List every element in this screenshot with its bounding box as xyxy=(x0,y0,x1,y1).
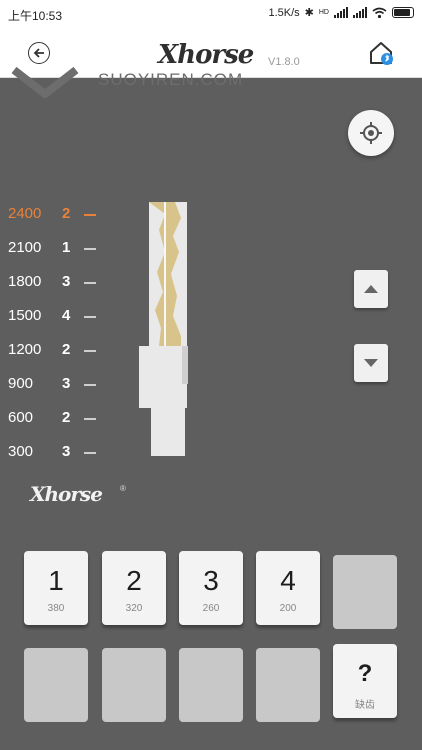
depth-tick xyxy=(84,350,96,352)
key-depth: 260 xyxy=(202,603,220,614)
arrow-up-button[interactable] xyxy=(354,270,388,308)
depth-tick xyxy=(84,418,96,420)
blank-key xyxy=(179,648,243,722)
xhorse-logo: Xhorse xyxy=(30,482,103,506)
cut-key-3[interactable]: 3 260 xyxy=(179,551,243,625)
depth-tick xyxy=(84,248,96,250)
key-shoulder-edge xyxy=(182,346,188,384)
depth-value: 600 xyxy=(8,409,34,426)
depth-row[interactable]: 900 3 xyxy=(8,375,118,395)
bluetooth-icon: ✱ xyxy=(304,7,314,19)
key-blade-illustration xyxy=(139,202,188,456)
cut-value: 2 xyxy=(62,341,71,358)
depth-value: 2400 xyxy=(8,205,42,222)
locate-button[interactable] xyxy=(348,110,394,156)
cut-value: 1 xyxy=(62,239,71,256)
cut-value: 2 xyxy=(62,409,71,426)
hd-badge: HD xyxy=(318,9,329,16)
arrow-down-button[interactable] xyxy=(354,344,388,382)
depth-tick xyxy=(84,214,96,216)
depth-value: 1500 xyxy=(8,307,42,324)
key-tip xyxy=(151,408,185,456)
signal-icon-2 xyxy=(353,7,367,18)
back-icon xyxy=(33,48,44,58)
cut-value: 3 xyxy=(62,273,71,290)
key-label: ? xyxy=(357,660,373,687)
status-bar: 上午10:53 1.5K/s ✱ HD xyxy=(0,0,422,28)
cut-value: 3 xyxy=(62,375,71,392)
home-bluetooth-icon[interactable] xyxy=(368,40,394,66)
key-depth: 380 xyxy=(47,603,65,614)
status-time: 上午10:53 xyxy=(8,9,63,23)
depth-row[interactable]: 1200 2 xyxy=(8,341,118,361)
key-label: 4 xyxy=(280,565,296,596)
depth-row[interactable]: 600 2 xyxy=(8,409,118,429)
depth-row[interactable]: 1500 4 xyxy=(8,307,118,327)
blank-key xyxy=(102,648,166,722)
cut-key-4[interactable]: 4 200 xyxy=(256,551,320,625)
brand-logo: Xhorse xyxy=(158,40,254,70)
blank-key xyxy=(256,648,320,722)
locate-icon xyxy=(360,122,382,144)
depth-tick xyxy=(84,384,96,386)
cut-value: 4 xyxy=(62,307,71,324)
network-speed: 1.5K/s xyxy=(268,6,300,19)
depth-tick xyxy=(84,452,96,454)
key-label: 2 xyxy=(126,565,142,596)
depth-row[interactable]: 1800 3 xyxy=(8,273,118,293)
battery-icon xyxy=(392,7,414,18)
depth-tick xyxy=(84,316,96,318)
status-icons: 1.5K/s ✱ HD xyxy=(268,6,414,19)
arrow-up-icon xyxy=(364,285,378,293)
cut-value: 3 xyxy=(62,443,71,460)
depth-tick xyxy=(84,282,96,284)
key-shoulder xyxy=(139,346,187,408)
signal-icon xyxy=(334,7,348,18)
key-depth: 320 xyxy=(125,603,143,614)
key-label: 3 xyxy=(203,565,219,596)
depth-value: 1800 xyxy=(8,273,42,290)
depth-value: 300 xyxy=(8,443,34,460)
app-version: V1.8.0 xyxy=(268,56,300,68)
depth-row[interactable]: 300 3 xyxy=(8,443,118,463)
depth-value: 2100 xyxy=(8,239,42,256)
missing-cut-key[interactable]: ? 缺齿 xyxy=(333,644,397,718)
depth-value: 900 xyxy=(8,375,34,392)
blank-key xyxy=(24,648,88,722)
key-label: 1 xyxy=(48,565,64,596)
arrow-down-icon xyxy=(364,359,378,367)
cut-key-2[interactable]: 2 320 xyxy=(102,551,166,625)
wifi-icon xyxy=(372,7,387,18)
depth-value: 1200 xyxy=(8,341,42,358)
blank-key xyxy=(333,555,397,629)
depth-row[interactable]: 2100 1 xyxy=(8,239,118,259)
registered-mark: ® xyxy=(120,484,126,493)
key-caption: 缺齿 xyxy=(355,700,375,711)
watermark-chevron xyxy=(11,66,79,98)
back-button[interactable] xyxy=(28,42,50,64)
depth-row[interactable]: 2400 2 xyxy=(8,205,118,225)
key-depth: 200 xyxy=(279,603,297,614)
cut-value: 2 xyxy=(62,205,71,222)
cut-key-1[interactable]: 1 380 xyxy=(24,551,88,625)
watermark-text: SUOYIREN.COM xyxy=(98,70,244,89)
